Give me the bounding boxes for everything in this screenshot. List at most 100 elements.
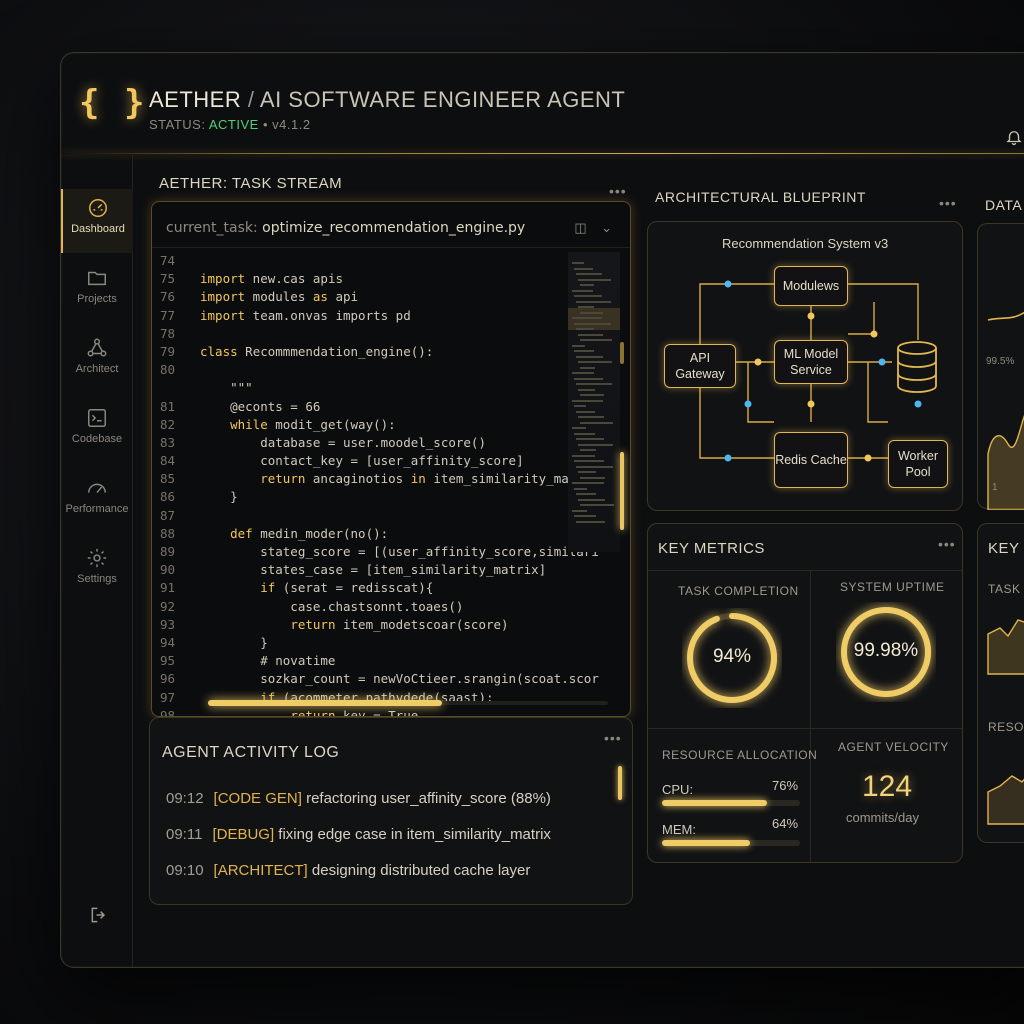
app-window: { } AETHER / AI SOFTWARE ENGINEER AGENT … <box>60 52 1024 968</box>
sidebar-item-label: Architect <box>75 363 119 375</box>
line-code: stateg_score = [(user_affinity_score,sim… <box>200 544 599 559</box>
brackets-logo-icon: { } <box>79 83 147 123</box>
line-number: 98 <box>160 707 176 717</box>
line-number: 81 <box>160 398 176 414</box>
minimap-line <box>574 295 602 297</box>
key-metrics-panel: KEY METRICS ••• TASK COMPLETION 94% SYST… <box>647 523 963 863</box>
node-worker-pool[interactable]: Worker Pool <box>888 440 948 488</box>
data-tick: 1 <box>992 482 998 493</box>
sidebar-item-codebase[interactable]: Codebase <box>61 399 133 463</box>
minimap-line <box>572 262 584 264</box>
code-minimap[interactable] <box>568 252 620 552</box>
log-scrollbar[interactable] <box>618 766 622 800</box>
gauge-icon <box>89 199 107 217</box>
log-text: designing distributed cache layer <box>311 862 531 879</box>
log-entry: 09:12 [CODE GEN] refactoring user_affinit… <box>166 790 551 807</box>
app-subtitle: AI SOFTWARE ENGINEER AGENT <box>259 87 626 112</box>
data-panel-title: DATA V <box>985 197 1024 213</box>
chevron-down-icon[interactable]: ⌄ <box>601 220 612 235</box>
mem-bar <box>662 840 800 846</box>
sidebar-item-projects[interactable]: Projects <box>61 259 133 323</box>
line-number: 84 <box>160 453 176 469</box>
log-time: 09:11 <box>166 826 203 843</box>
sidebar-item-dashboard[interactable]: Dashboard <box>61 189 133 253</box>
line-code: states_case = [item_similarity_matrix] <box>200 562 547 578</box>
uptime-label: SYSTEM UPTIME <box>840 580 945 594</box>
minimap-line <box>578 471 596 473</box>
code-line: 94 } <box>160 634 570 652</box>
terminal-icon <box>88 409 106 427</box>
editor-controls: ◫ ⌄ <box>574 220 612 236</box>
minimap-line <box>572 509 587 512</box>
minimap-line <box>580 449 596 451</box>
node-redis-cache[interactable]: Redis Cache <box>774 432 848 488</box>
logout-icon[interactable] <box>89 905 109 925</box>
code-line: 77 import team.onvas imports pd <box>160 307 570 325</box>
line-code: class Recommmendation_engine(): <box>200 343 434 359</box>
title-separator: / <box>247 87 255 112</box>
minimap-line <box>578 388 595 391</box>
minimap-line <box>578 361 612 363</box>
app-title: AETHER / AI SOFTWARE ENGINEER AGENT <box>149 87 625 113</box>
key-metrics-menu-button[interactable]: ••• <box>938 536 956 552</box>
line-code: if (serat = redisscat){ <box>260 580 434 596</box>
log-tag: [ARCHITECT] <box>213 862 308 879</box>
sidebar-item-label: Settings <box>77 573 117 585</box>
blueprint-menu-button[interactable]: ••• <box>939 195 957 211</box>
vertical-scrollbar[interactable] <box>620 452 624 530</box>
minimap-line <box>578 278 611 281</box>
cpu-bar-fill <box>662 800 767 806</box>
uptime-value: 99.98% <box>853 640 919 661</box>
database-icon[interactable] <box>894 340 940 394</box>
code-editor[interactable]: current_task: optimize_recommendation_en… <box>151 201 631 717</box>
code-line: 91 if (serat = redisscat){ <box>160 579 570 597</box>
line-code: # novatime <box>200 653 336 669</box>
minimap-line <box>580 476 605 479</box>
minimap-line <box>572 372 594 374</box>
minimap-line <box>572 454 595 457</box>
minimap-line <box>572 289 593 292</box>
activity-log-menu-button[interactable]: ••• <box>604 730 622 746</box>
mem-bar-fill <box>662 840 751 846</box>
log-tag: [DEBUG] <box>212 826 275 843</box>
line-code: import team.onvas imports pd <box>200 307 411 323</box>
horizontal-scrollbar[interactable] <box>208 700 442 706</box>
status-line: STATUS: ACTIVE • v4.1.2 <box>149 117 311 132</box>
minimap-line <box>576 273 602 275</box>
app-name: AETHER <box>149 87 242 112</box>
minimap-line <box>580 394 604 396</box>
folder-icon <box>88 271 106 286</box>
sidebar-item-label: Dashboard <box>71 223 125 235</box>
line-number: 79 <box>160 343 176 359</box>
split-view-icon[interactable]: ◫ <box>574 220 586 235</box>
minimap-line <box>574 350 594 352</box>
gear-icon <box>87 548 107 568</box>
code-line: 83 database = user.moodel_score() <box>160 434 570 452</box>
line-number: 76 <box>160 289 176 305</box>
code-line: 86 } <box>160 488 570 506</box>
task-stream-menu-button[interactable]: ••• <box>609 183 627 199</box>
editor-tab[interactable]: current_task: optimize_recommendation_en… <box>166 220 525 236</box>
node-api-gateway[interactable]: API Gateway <box>664 344 736 388</box>
minimap-line <box>580 421 613 424</box>
sidebar-item-architect[interactable]: Architect <box>61 329 133 393</box>
line-code: while modit_get(way(): <box>230 416 396 432</box>
sidebar-item-performance[interactable]: Performance <box>61 469 133 533</box>
minimap-line <box>578 306 594 308</box>
code-line: 75 import new.cas apis <box>160 270 570 288</box>
node-ml-model-service[interactable]: ML Model Service <box>774 340 848 384</box>
sidebar-item-settings[interactable]: Settings <box>61 539 133 603</box>
sidebar: Dashboard Projects Architect Codebase Pe… <box>61 153 133 967</box>
node-modules[interactable]: Modulews <box>774 266 848 306</box>
line-number: 92 <box>160 598 176 614</box>
minimap-line <box>580 311 603 314</box>
line-code: import new.cas apis <box>200 271 343 287</box>
velocity-value: 124 <box>862 770 913 803</box>
task-completion-value: 94% <box>712 646 752 667</box>
status-label: STATUS: <box>149 117 206 132</box>
log-time: 09:10 <box>166 862 204 879</box>
code-line: 76 import modules as api <box>160 288 570 306</box>
line-number: 94 <box>160 634 176 650</box>
minimap-line <box>578 443 613 446</box>
bell-icon[interactable] <box>1005 127 1023 147</box>
